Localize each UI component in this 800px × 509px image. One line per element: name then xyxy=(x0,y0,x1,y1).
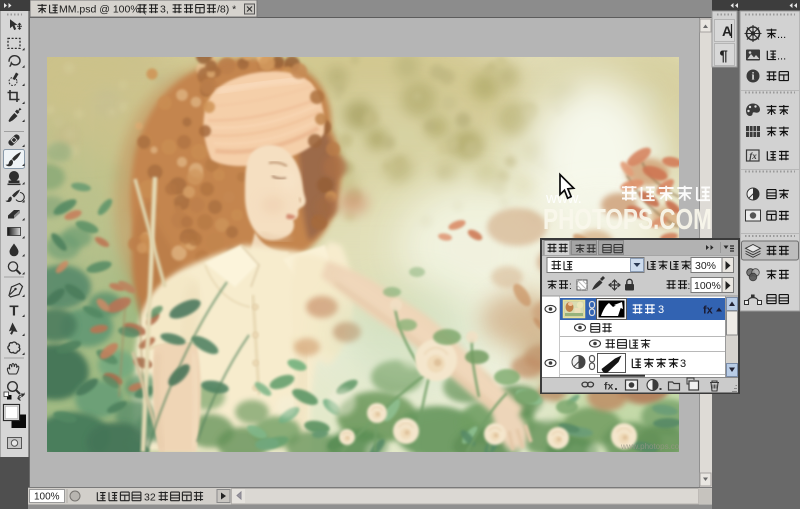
svg-text:A: A xyxy=(722,23,732,39)
svg-text::: : xyxy=(688,281,691,292)
svg-text:PHOTOPS.COM: PHOTOPS.COM xyxy=(543,204,712,236)
svg-text:3: 3 xyxy=(658,304,664,316)
svg-text:100%: 100% xyxy=(34,492,60,503)
svg-text:32: 32 xyxy=(144,492,156,504)
svg-text:/8) *: /8) * xyxy=(217,4,236,16)
svg-text:T: T xyxy=(9,303,18,320)
svg-text:fx: fx xyxy=(703,305,714,317)
svg-text:MM.psd @ 100% (: MM.psd @ 100% ( xyxy=(59,4,147,16)
svg-text:i: i xyxy=(752,72,755,83)
svg-text::: : xyxy=(569,281,572,292)
svg-text:...: ... xyxy=(777,51,786,63)
svg-text:fx: fx xyxy=(749,151,757,161)
svg-text:3,: 3, xyxy=(160,4,169,16)
svg-text:100%: 100% xyxy=(694,280,721,292)
svg-text:3: 3 xyxy=(680,358,686,370)
svg-text:...: ... xyxy=(777,29,786,41)
svg-text:30%: 30% xyxy=(695,260,716,272)
svg-text:¶: ¶ xyxy=(720,48,728,65)
svg-text:fx: fx xyxy=(604,381,613,393)
